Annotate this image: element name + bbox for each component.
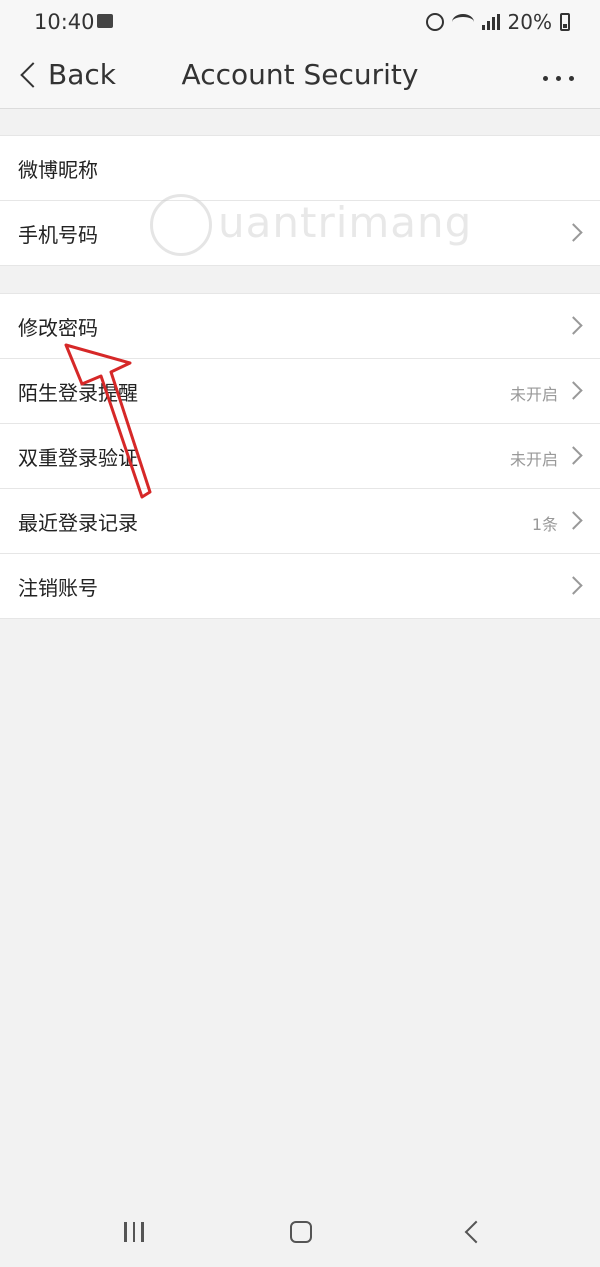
chevron-right-icon <box>564 446 583 465</box>
row-label: 修改密码 <box>18 316 98 340</box>
more-dot-icon <box>556 76 561 81</box>
chevron-right-icon <box>564 576 583 595</box>
battery-percent: 20% <box>507 10 552 34</box>
status-time: 10:40 <box>34 10 95 34</box>
row-delete-account[interactable]: 注销账号 <box>0 554 600 618</box>
system-navigation-bar <box>0 1200 600 1267</box>
row-recent-login-records[interactable]: 最近登录记录 1条 <box>0 489 600 554</box>
more-dot-icon <box>569 76 574 81</box>
recent-apps-icon[interactable] <box>124 1222 144 1242</box>
settings-group-security: 修改密码 陌生登录提醒 未开启 双重登录验证 未开启 最近登录记录 1条 注销账… <box>0 293 600 619</box>
watermark-text: uantrimang <box>218 198 473 247</box>
row-label: 注销账号 <box>18 576 98 600</box>
signal-icon <box>481 14 500 30</box>
row-label: 手机号码 <box>18 223 98 247</box>
row-value: 1条 <box>531 515 558 534</box>
row-label: 陌生登录提醒 <box>18 381 138 405</box>
row-change-password[interactable]: 修改密码 <box>0 294 600 359</box>
row-unknown-login-alert[interactable]: 陌生登录提醒 未开启 <box>0 359 600 424</box>
more-dot-icon <box>543 76 548 81</box>
wifi-icon <box>451 14 474 30</box>
row-label: 微博昵称 <box>18 158 98 182</box>
row-value: 未开启 <box>509 450 558 469</box>
chevron-right-icon <box>564 223 583 242</box>
chevron-right-icon <box>564 381 583 400</box>
row-label: 双重登录验证 <box>18 446 138 470</box>
chevron-right-icon <box>564 316 583 335</box>
home-icon[interactable] <box>290 1221 312 1243</box>
back-nav-icon[interactable] <box>464 1220 488 1244</box>
watermark: uantrimang <box>150 190 500 270</box>
row-value: 未开启 <box>509 385 558 404</box>
status-bar: 10:40 20% <box>0 0 600 46</box>
navigation-bar: Back Account Security <box>0 46 600 109</box>
status-icons: 20% <box>425 10 570 34</box>
page-title: Account Security <box>181 58 419 91</box>
alarm-icon <box>425 13 444 31</box>
battery-icon <box>560 13 570 31</box>
more-options-button[interactable] <box>543 76 574 81</box>
row-label: 最近登录记录 <box>18 511 138 535</box>
row-two-factor-auth[interactable]: 双重登录验证 未开启 <box>0 424 600 489</box>
chevron-right-icon <box>564 511 583 530</box>
image-notification-icon <box>97 14 113 28</box>
lightbulb-icon <box>150 194 212 256</box>
